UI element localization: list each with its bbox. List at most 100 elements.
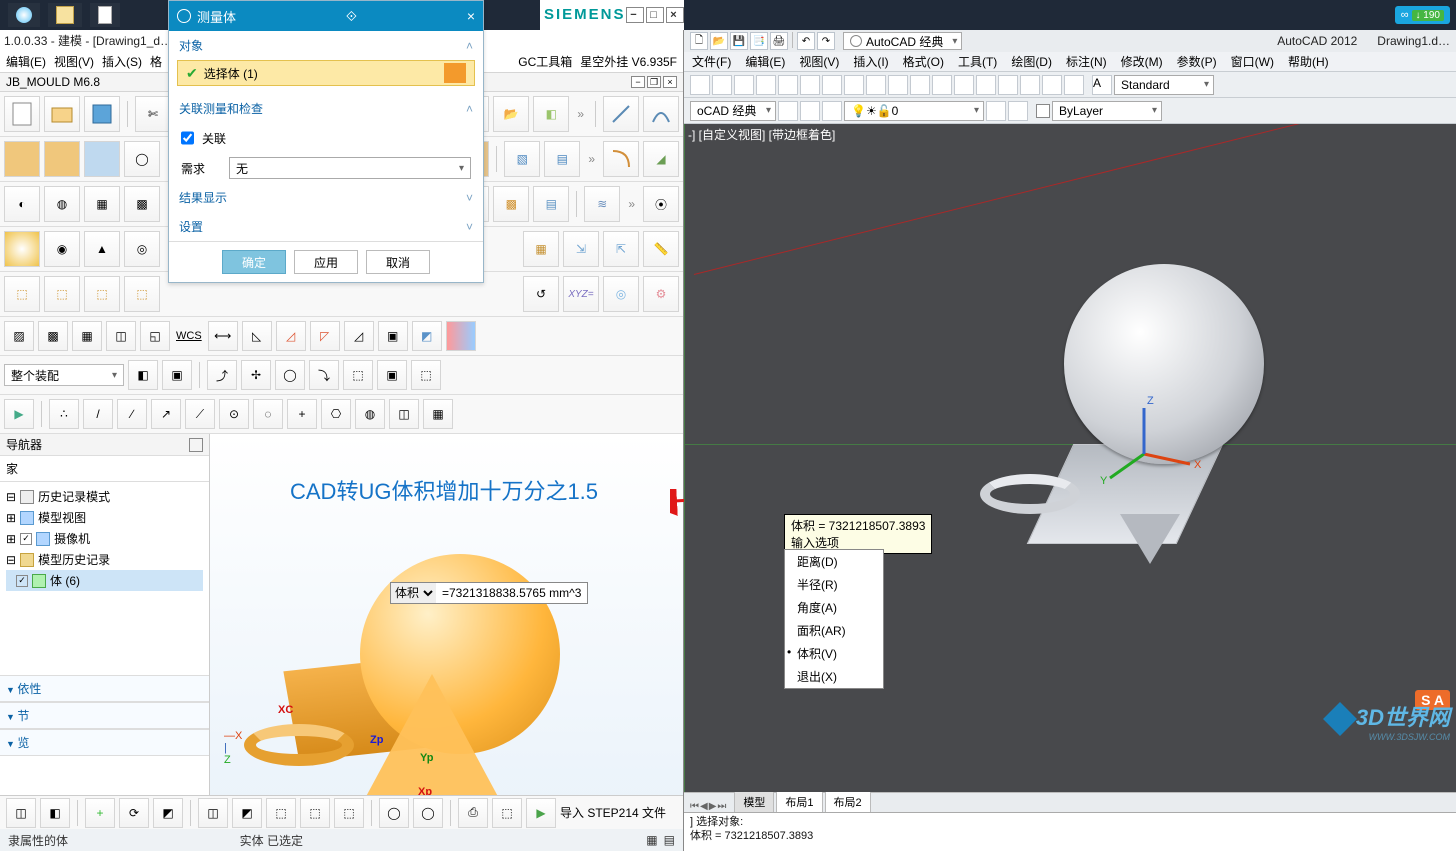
w-4[interactable]: ◫	[106, 321, 136, 351]
cm-area[interactable]: 面积(AR)	[785, 619, 883, 642]
t9[interactable]	[866, 75, 886, 95]
chamfer-icon[interactable]: ◢	[643, 141, 679, 177]
shell-icon[interactable]: ▧	[504, 141, 540, 177]
bt-10[interactable]: ⬚	[334, 798, 364, 828]
section-assoc[interactable]: 关联测量和检查 ˄	[169, 94, 483, 123]
bt-6[interactable]: ◫	[198, 798, 228, 828]
dlg-unpin-icon[interactable]: ⟐	[346, 8, 357, 25]
a2[interactable]: ▣	[162, 360, 192, 390]
revolve-icon[interactable]	[84, 141, 120, 177]
m-dim[interactable]: 标注(N)	[1066, 53, 1107, 70]
bt-1[interactable]: ◫	[6, 798, 36, 828]
arc-icon[interactable]	[643, 96, 679, 132]
tree-model-view[interactable]: 模型视图	[38, 509, 86, 526]
cancel-button[interactable]: 取消	[366, 250, 430, 274]
t-d1[interactable]: ↺	[523, 276, 559, 312]
need-dropdown[interactable]: 无 ▾	[229, 157, 471, 179]
cm-exit[interactable]: 退出(X)	[785, 665, 883, 688]
r-5[interactable]: ◿	[344, 321, 374, 351]
s-i2[interactable]: ▤	[664, 833, 675, 847]
section-object[interactable]: 对象 ˄	[169, 31, 483, 60]
open-icon[interactable]	[44, 96, 80, 132]
l4[interactable]	[986, 101, 1006, 121]
r-8[interactable]	[446, 321, 476, 351]
t-c1[interactable]: ⬚	[4, 276, 40, 312]
measure-select[interactable]: 体积	[391, 583, 436, 603]
a6[interactable]: ⤵	[309, 360, 339, 390]
bt-3[interactable]: +	[85, 798, 115, 828]
xyz-icon[interactable]: XYZ=	[563, 276, 599, 312]
t-c2[interactable]: ⬚	[44, 276, 80, 312]
print-icon[interactable]: 🖨	[770, 32, 788, 50]
a9[interactable]: ⬚	[411, 360, 441, 390]
wave-icon[interactable]: ⦿	[643, 186, 679, 222]
view-label[interactable]: -] [自定义视图] [带边框着色]	[688, 126, 835, 143]
t11[interactable]	[910, 75, 930, 95]
a5[interactable]: ◯	[275, 360, 305, 390]
pin-icon[interactable]	[189, 438, 203, 452]
save-icon[interactable]	[84, 96, 120, 132]
cyl-icon[interactable]: ◉	[44, 231, 80, 267]
a8[interactable]: ▣	[377, 360, 407, 390]
snap-8[interactable]: +	[287, 399, 317, 429]
ws-dropdown[interactable]: oCAD 经典	[690, 101, 776, 121]
cm-angle[interactable]: 角度(A)	[785, 596, 883, 619]
block-icon[interactable]	[4, 141, 40, 177]
section-settings[interactable]: 设置 ˅	[169, 212, 483, 241]
nav-section-deps[interactable]: 依性	[0, 675, 209, 702]
tab-prev[interactable]: ◀	[700, 801, 708, 812]
tree-camera[interactable]: 摄像机	[54, 530, 90, 547]
expand-icon[interactable]: ⊟	[6, 490, 16, 504]
save-icon[interactable]: 💾	[730, 32, 748, 50]
tab-layout1[interactable]: 布局1	[776, 791, 822, 812]
checkbox[interactable]: ✓	[20, 533, 32, 545]
w-5[interactable]: ◱	[140, 321, 170, 351]
tab-model[interactable]: 模型	[734, 791, 774, 812]
expand-icon[interactable]: ⊟	[6, 553, 16, 567]
new-icon[interactable]	[4, 96, 40, 132]
cm-radius[interactable]: 半径(R)	[785, 573, 883, 596]
layer-dropdown[interactable]: 💡 ☀ 🔓 0	[844, 101, 984, 121]
pat-2[interactable]: ▩	[493, 186, 529, 222]
close-button[interactable]: ×	[666, 7, 684, 23]
tab-layout2[interactable]: 布局2	[825, 791, 871, 812]
w-2[interactable]: ▩	[38, 321, 68, 351]
tool-b3[interactable]: ⇱	[603, 231, 639, 267]
bt-12[interactable]: ◯	[413, 798, 443, 828]
t16[interactable]	[1020, 75, 1040, 95]
t-c3[interactable]: ⬚	[84, 276, 120, 312]
curve-icon[interactable]	[603, 141, 639, 177]
bt-7[interactable]: ◩	[232, 798, 262, 828]
draft-icon[interactable]: ▤	[544, 141, 580, 177]
tab-next[interactable]: ▶	[709, 801, 717, 812]
t13[interactable]	[954, 75, 974, 95]
cut-icon[interactable]: ✄	[135, 96, 171, 132]
l3[interactable]	[822, 101, 842, 121]
doc-restore[interactable]: ❐	[647, 76, 661, 88]
expand-icon[interactable]: ⊞	[6, 532, 16, 546]
t8[interactable]	[844, 75, 864, 95]
t10[interactable]	[888, 75, 908, 95]
snap-6[interactable]: ⊙	[219, 399, 249, 429]
nx-viewport[interactable]: CAD转UG体积增加十万分之1.5 Yp Zp Xp XC 体积 =732131…	[210, 434, 683, 834]
m-view[interactable]: 视图(V)	[799, 53, 839, 70]
bt-8[interactable]: ⬚	[266, 798, 296, 828]
nav-section-preview[interactable]: 览	[0, 729, 209, 756]
w-1[interactable]: ▨	[4, 321, 34, 351]
expand-icon[interactable]: ⊞	[6, 511, 16, 525]
t-a3[interactable]: ▦	[84, 186, 120, 222]
a7[interactable]: ⬚	[343, 360, 373, 390]
l1[interactable]	[778, 101, 798, 121]
m-file[interactable]: 文件(F)	[692, 53, 731, 70]
r-4[interactable]: ◸	[310, 321, 340, 351]
measure-popup[interactable]: 体积 =7321318838.5765 mm^3	[390, 582, 588, 604]
doc-min[interactable]: −	[631, 76, 645, 88]
m-tools[interactable]: 工具(T)	[958, 53, 997, 70]
menu-insert[interactable]: 插入(S)	[102, 53, 142, 70]
l2[interactable]	[800, 101, 820, 121]
a4[interactable]: ✢	[241, 360, 271, 390]
m-draw[interactable]: 绘图(D)	[1011, 53, 1052, 70]
nav-section-detail[interactable]: 节	[0, 702, 209, 729]
apply-button[interactable]: 应用	[294, 250, 358, 274]
s-i1[interactable]: ▦	[646, 833, 657, 847]
